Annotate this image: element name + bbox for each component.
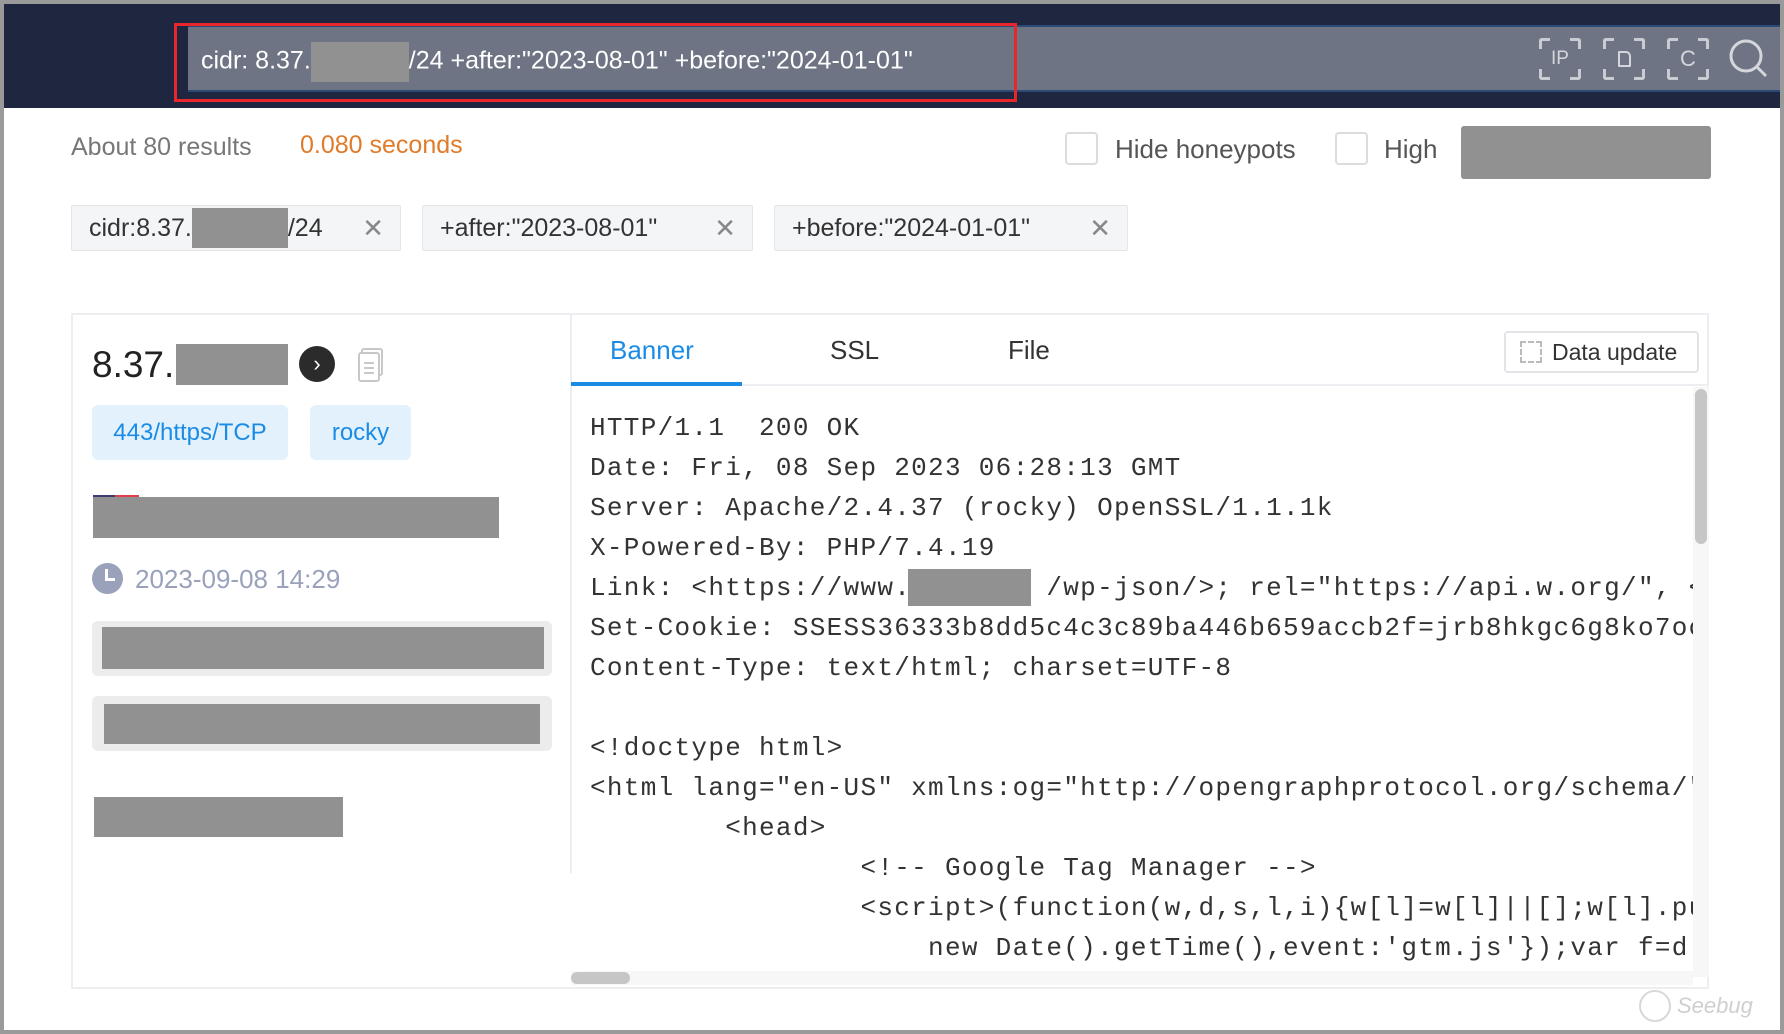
chevron-right-icon[interactable]: ›	[299, 346, 335, 382]
hide-honeypots-label: Hide honeypots	[1115, 134, 1296, 164]
redaction	[93, 497, 499, 538]
data-update-button[interactable]: Data update	[1504, 331, 1699, 373]
close-icon[interactable]: ✕	[362, 213, 384, 244]
chip-text: +after:"2023-08-01"	[440, 213, 658, 242]
banner-line: X-Powered-By: PHP/7.4.19	[590, 533, 996, 563]
copy-icon[interactable]	[357, 347, 385, 388]
redaction	[908, 569, 1031, 606]
banner-line: <!doctype html>	[590, 733, 844, 763]
ip-search-icon[interactable]: IP	[1539, 38, 1581, 80]
vertical-scrollbar[interactable]	[1693, 387, 1709, 977]
result-count: About 80 results	[71, 133, 252, 161]
seebug-logo-icon	[1639, 990, 1671, 1022]
query-time: 0.080 seconds	[300, 131, 463, 159]
file-search-icon[interactable]	[1603, 38, 1645, 80]
data-update-label: Data update	[1552, 338, 1678, 365]
cert-label: C	[1680, 46, 1696, 71]
scroll-thumb[interactable]	[1695, 389, 1707, 544]
os-tag[interactable]: rocky	[310, 405, 411, 460]
search-icon[interactable]	[1728, 38, 1768, 78]
search-input[interactable]: cidr: 8.37. /24 +after:"2023-08-01" +befo…	[201, 42, 913, 82]
banner-line: HTTP/1.1 200 OK	[590, 413, 861, 443]
high-checkbox[interactable]	[1335, 132, 1368, 165]
host-ip[interactable]: 8.37.	[92, 344, 174, 386]
filter-chip[interactable]: +before:"2024-01-01" ✕	[774, 205, 1128, 251]
divider	[570, 313, 572, 873]
filter-chip[interactable]: cidr:8.37. /24 ✕	[71, 205, 401, 251]
hide-honeypots-checkbox[interactable]	[1065, 132, 1098, 165]
redaction	[191, 208, 288, 248]
scroll-thumb[interactable]	[571, 972, 630, 984]
active-tab-indicator	[571, 382, 742, 386]
redacted-select[interactable]	[1461, 126, 1711, 179]
chip-text: cidr:8.37.	[89, 213, 192, 242]
banner-line: <script>(function(w,d,s,l,i){w[l]=w[l]||…	[590, 893, 1693, 923]
seebug-watermark: Seebug	[1639, 990, 1753, 1022]
watermark-text: Seebug	[1677, 993, 1753, 1018]
redaction	[310, 42, 409, 82]
close-icon[interactable]: ✕	[1089, 213, 1111, 244]
banner-line: <!-- Google Tag Manager -->	[590, 853, 1317, 883]
banner-line: Set-Cookie: SSESS36333b8dd5c4c3c89ba446b…	[590, 613, 1693, 643]
tab-ssl[interactable]: SSL	[830, 335, 879, 366]
banner-line	[590, 688, 1693, 728]
timestamp: 2023-09-08 14:29	[135, 564, 341, 594]
banner-line: Server: Apache/2.4.37 (rocky) OpenSSL/1.…	[590, 493, 1334, 523]
cert-search-icon[interactable]: C	[1667, 38, 1709, 80]
banner-line: <html lang="en-US" xmlns:og="http://open…	[590, 773, 1693, 803]
tab-file[interactable]: File	[1008, 335, 1050, 366]
redaction	[94, 797, 343, 837]
filter-chip[interactable]: +after:"2023-08-01" ✕	[422, 205, 753, 251]
banner-line: new Date().getTime(),event:'gtm.js'});va…	[590, 933, 1693, 963]
redaction	[102, 627, 544, 669]
banner-line: <head>	[590, 813, 827, 843]
info-box	[92, 621, 552, 676]
horizontal-scrollbar[interactable]	[571, 971, 1693, 985]
banner-line: Date: Fri, 08 Sep 2023 06:28:13 GMT	[590, 453, 1182, 483]
tab-banner[interactable]: Banner	[610, 335, 694, 366]
query-prefix: cidr: 8.37.	[201, 46, 311, 75]
redaction	[104, 704, 540, 744]
ip-label: IP	[1551, 48, 1569, 69]
clock-icon	[92, 563, 123, 594]
chip-text: +before:"2024-01-01"	[792, 213, 1031, 242]
info-box	[92, 696, 552, 751]
banner-line: Link: <https://www. /wp-json/>; rel="htt…	[590, 573, 1693, 603]
banner-content: HTTP/1.1 200 OK Date: Fri, 08 Sep 2023 06…	[590, 408, 1693, 968]
chip-text: /24	[287, 213, 323, 242]
query-suffix: /24 +after:"2023-08-01" +before:"2024-01…	[408, 46, 913, 75]
port-tag[interactable]: 443/https/TCP	[92, 405, 288, 460]
redaction	[176, 344, 288, 385]
banner-line: Content-Type: text/html; charset=UTF-8	[590, 653, 1233, 683]
refresh-icon	[1520, 341, 1542, 363]
high-label: High	[1384, 134, 1438, 164]
close-icon[interactable]: ✕	[714, 213, 736, 244]
